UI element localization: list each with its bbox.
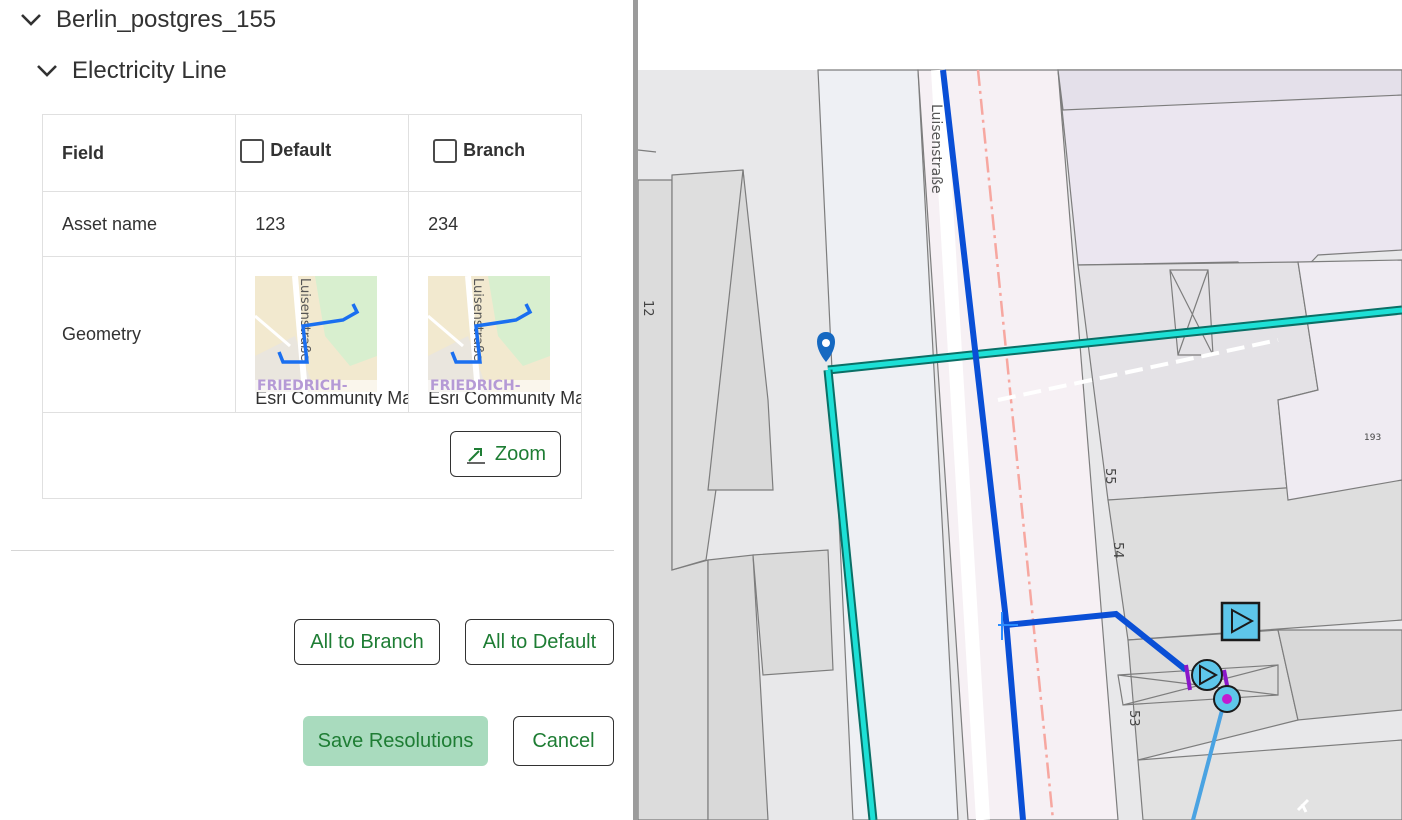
database-label: Berlin_postgres_155 [56, 6, 277, 33]
table-header-row: Field Default Branch [41, 114, 582, 192]
svg-text:FRIEDRICH-: FRIEDRICH- [430, 378, 521, 392]
tree-node-layer[interactable]: Electricity Line [34, 57, 227, 85]
all-to-branch-button[interactable]: All to Branch [294, 619, 440, 665]
field-asset-name: Asset name [41, 191, 237, 257]
branch-checkbox[interactable] [433, 138, 458, 163]
branch-asset-name[interactable]: 234 [408, 191, 582, 257]
table-row: Geometry Luisenstraße FRIEDRICH- Esri Co… [41, 256, 582, 413]
table-row: Asset name 123 234 [41, 191, 582, 257]
zoom-cell: Zoom [42, 412, 582, 499]
field-geometry: Geometry [41, 256, 237, 413]
comparison-table: Field Default Branch Asset name 123 234 … [41, 114, 582, 499]
svg-text:54: 54 [1110, 542, 1125, 559]
branch-geometry-cell[interactable]: Luisenstraße FRIEDRICH- Esri Community M… [408, 256, 582, 413]
header-branch: Branch [408, 114, 582, 192]
svg-text:FRIEDRICH-: FRIEDRICH- [257, 378, 348, 392]
default-geometry-cell[interactable]: Luisenstraße FRIEDRICH- Esri Community M… [235, 256, 410, 413]
chevron-down-icon [37, 65, 57, 77]
svg-text:12: 12 [640, 300, 655, 317]
header-field: Field [41, 114, 237, 192]
table-row: Zoom [42, 412, 582, 499]
all-to-default-button[interactable]: All to Default [465, 619, 614, 665]
tree-node-database[interactable]: Berlin_postgres_155 [18, 6, 276, 34]
chevron-down-icon [21, 14, 41, 26]
default-checkbox-wrap[interactable]: Default [240, 138, 332, 163]
svg-text:193: 193 [1364, 433, 1381, 443]
default-checkbox[interactable] [240, 138, 265, 163]
save-resolutions-button[interactable]: Save Resolutions [303, 716, 488, 766]
map-view[interactable]: Luisenstraße 12 55 54 53 193 [638, 0, 1402, 820]
default-geometry-thumbnail: Luisenstraße FRIEDRICH- [255, 276, 378, 392]
conflict-panel: Berlin_postgres_155 Electricity Line Fie… [0, 0, 633, 820]
layer-label: Electricity Line [72, 57, 227, 84]
cancel-button[interactable]: Cancel [513, 716, 614, 766]
default-asset-name[interactable]: 123 [235, 191, 410, 257]
svg-text:53: 53 [1126, 710, 1141, 727]
map-canvas[interactable]: Luisenstraße 12 55 54 53 193 [638, 0, 1402, 820]
branch-checkbox-wrap[interactable]: Branch [433, 138, 526, 163]
zoom-button[interactable]: Zoom [449, 431, 561, 477]
section-divider [11, 550, 614, 551]
zoom-to-icon [466, 448, 485, 464]
zoom-label: Zoom [494, 442, 546, 465]
header-default: Default [235, 114, 410, 192]
default-label: Default [270, 140, 332, 160]
branch-label: Branch [463, 140, 526, 160]
branch-geometry-thumbnail: Luisenstraße FRIEDRICH- [428, 276, 551, 392]
device-symbol [1220, 601, 1261, 642]
street-label: Luisenstraße [928, 104, 944, 194]
svg-text:55: 55 [1102, 468, 1117, 485]
